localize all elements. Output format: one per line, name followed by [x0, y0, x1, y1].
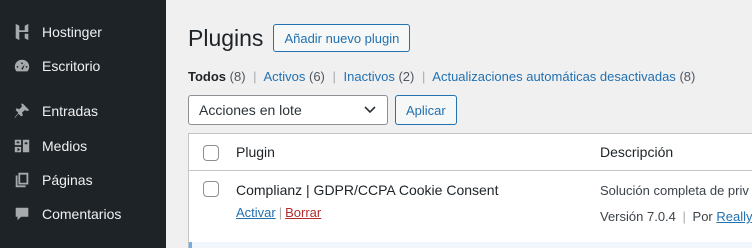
admin-sidebar: Hostinger Escritorio Entradas Medios Pág…	[0, 0, 166, 248]
author-link[interactable]: Really	[716, 209, 752, 224]
activate-link[interactable]: Activar	[236, 205, 276, 220]
bulk-actions-select[interactable]: Acciones en lote	[188, 95, 388, 125]
pin-icon	[12, 101, 32, 121]
sidebar-item-medios[interactable]: Medios	[0, 129, 166, 163]
sidebar-item-label: Hostinger	[42, 24, 102, 40]
sidebar-item-label: Escritorio	[42, 58, 101, 74]
table-row: Complianz | GDPR/CCPA Cookie Consent Act…	[189, 171, 752, 243]
action-separator: |	[278, 205, 283, 220]
filter-inactive[interactable]: Inactivos	[344, 69, 395, 84]
table-header: Plugin Descripción	[189, 134, 752, 171]
chevron-down-icon	[363, 102, 377, 119]
filter-all[interactable]: Todos	[188, 69, 226, 84]
status-filters: Todos (8) | Activos (6) | Inactivos (2) …	[188, 69, 695, 84]
page-title: Plugins	[188, 24, 264, 51]
row-checkbox[interactable]	[203, 181, 219, 197]
pages-icon	[12, 170, 32, 190]
plugin-version: Versión 7.0.4	[600, 209, 676, 224]
sidebar-item-hostinger[interactable]: Hostinger	[0, 15, 166, 49]
column-header-plugin: Plugin	[236, 144, 275, 160]
select-all-checkbox[interactable]	[203, 145, 219, 161]
filter-auto-updates-disabled[interactable]: Actualizaciones automáticas desactivadas	[432, 69, 676, 84]
filter-separator: |	[253, 69, 257, 84]
filter-separator: |	[421, 69, 426, 84]
filter-auto-updates-count: (8)	[679, 69, 696, 84]
column-header-description: Descripción	[600, 144, 674, 160]
sidebar-item-paginas[interactable]: Páginas	[0, 163, 166, 197]
sidebar-item-label: Páginas	[42, 172, 93, 188]
bulk-actions: Acciones en lote Aplicar	[188, 95, 457, 125]
plugin-description: Solución completa de priv	[600, 183, 749, 198]
apply-button[interactable]: Aplicar	[395, 95, 457, 125]
sidebar-item-entradas[interactable]: Entradas	[0, 94, 166, 128]
add-new-plugin-button[interactable]: Añadir nuevo plugin	[273, 24, 411, 52]
by-label: Por	[692, 209, 713, 224]
sidebar-item-label: Comentarios	[42, 206, 122, 222]
filter-active[interactable]: Activos	[263, 69, 305, 84]
page-header: Plugins Añadir nuevo plugin	[188, 24, 411, 52]
version-separator: |	[682, 209, 686, 224]
delete-link[interactable]: Borrar	[285, 205, 321, 220]
plugin-version-line: Versión 7.0.4 | Por Really	[600, 209, 752, 224]
sidebar-item-label: Entradas	[42, 103, 99, 119]
filter-inactive-count: (2)	[398, 69, 415, 84]
plugin-name: Complianz | GDPR/CCPA Cookie Consent	[236, 182, 499, 198]
filter-separator: |	[332, 69, 336, 84]
hostinger-icon	[12, 22, 32, 42]
filter-all-count: (8)	[229, 69, 246, 84]
dashboard-icon	[12, 56, 32, 76]
next-table-row	[189, 242, 752, 248]
bulk-actions-selected: Acciones en lote	[199, 102, 302, 118]
row-actions: Activar | Borrar	[236, 205, 321, 220]
main-content: Plugins Añadir nuevo plugin Todos (8) | …	[166, 0, 752, 248]
sidebar-item-label: Medios	[42, 138, 88, 154]
comments-icon	[12, 204, 32, 224]
media-icon	[12, 136, 32, 156]
filter-active-count: (6)	[309, 69, 325, 84]
sidebar-item-escritorio[interactable]: Escritorio	[0, 49, 166, 83]
sidebar-item-comentarios[interactable]: Comentarios	[0, 197, 166, 231]
plugins-table: Plugin Descripción Complianz | GDPR/CCPA…	[188, 133, 752, 248]
